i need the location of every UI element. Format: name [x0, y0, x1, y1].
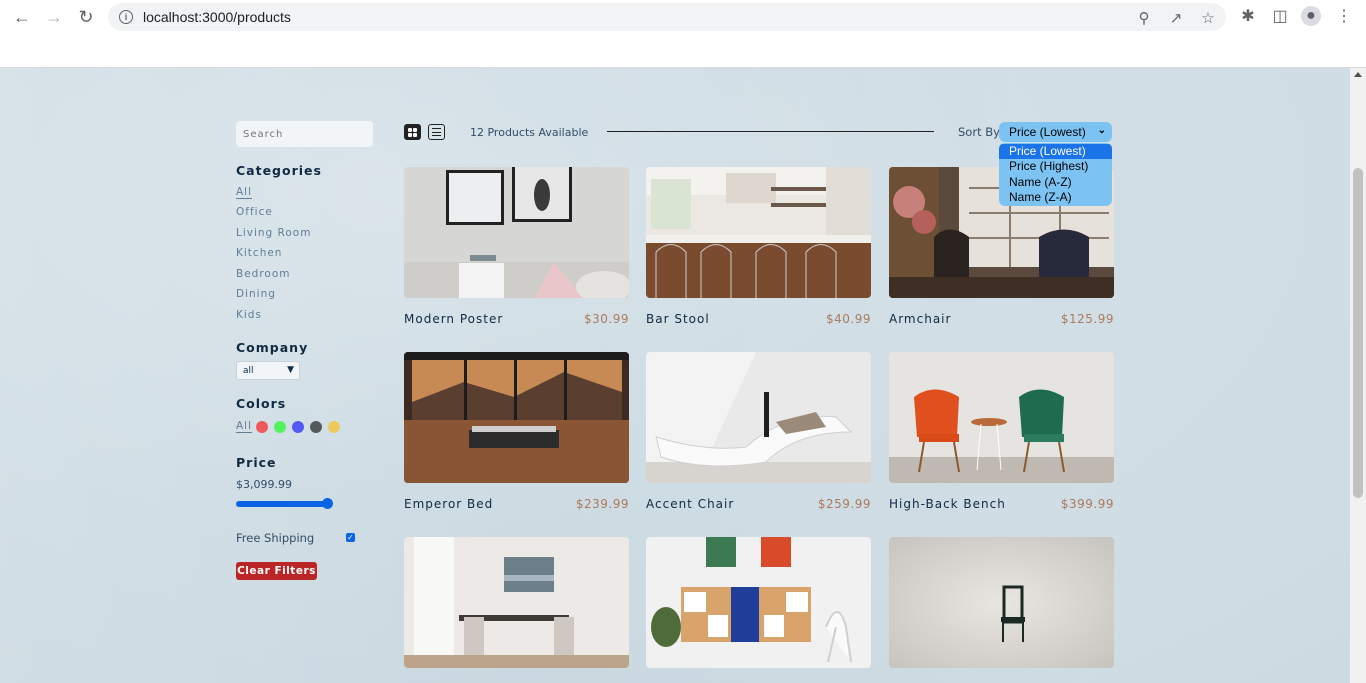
- category-kitchen[interactable]: Kitchen: [236, 247, 282, 259]
- product-card[interactable]: [646, 537, 871, 668]
- product-image[interactable]: [404, 167, 629, 298]
- url-text[interactable]: localhost:3000/products: [143, 9, 291, 25]
- product-name: Emperor Bed: [404, 497, 494, 511]
- site-info-icon[interactable]: i: [119, 10, 133, 24]
- sort-option-name-a-z[interactable]: Name (A-Z): [999, 175, 1112, 190]
- product-name: High-Back Bench: [889, 497, 1006, 511]
- product-image[interactable]: [404, 537, 629, 668]
- reload-icon[interactable]: ↻: [74, 5, 98, 29]
- chevron-down-icon: ⌄: [1097, 125, 1106, 136]
- product-image[interactable]: [404, 352, 629, 483]
- category-bedroom[interactable]: Bedroom: [236, 268, 291, 280]
- free-shipping-checkbox[interactable]: ✓: [346, 533, 355, 542]
- bookmark-star-icon[interactable]: ☆: [1199, 9, 1217, 27]
- sort-option-price-lowest[interactable]: Price (Lowest): [999, 144, 1112, 160]
- list-view-button[interactable]: [428, 124, 445, 140]
- sort-option-price-highest[interactable]: Price (Highest): [999, 159, 1112, 174]
- scrollbar-thumb[interactable]: [1353, 168, 1363, 498]
- sort-option-name-z-a[interactable]: Name (Z-A): [999, 190, 1112, 205]
- color-swatch-red[interactable]: [256, 421, 268, 433]
- search-input[interactable]: [236, 121, 373, 147]
- category-living-room[interactable]: Living Room: [236, 227, 311, 239]
- product-price: $259.99: [817, 497, 871, 511]
- color-all[interactable]: All: [236, 420, 253, 433]
- extensions-icon[interactable]: ✱: [1238, 6, 1258, 26]
- chevron-down-icon: ▼: [287, 365, 294, 375]
- price-slider-handle[interactable]: [322, 498, 333, 509]
- color-swatch-black[interactable]: [310, 421, 322, 433]
- company-heading: Company: [236, 340, 309, 355]
- browser-toolbar: ← → ↻ i localhost:3000/products ⚲ ↗ ☆ ✱ …: [0, 0, 1366, 68]
- category-all[interactable]: All: [236, 186, 253, 199]
- product-card[interactable]: Accent Chair $259.99: [646, 352, 871, 511]
- product-price: $40.99: [826, 312, 871, 326]
- product-image[interactable]: [889, 537, 1114, 668]
- category-office[interactable]: Office: [236, 206, 273, 218]
- product-card[interactable]: [404, 537, 629, 668]
- company-select-value: all: [243, 365, 254, 376]
- company-select[interactable]: all ▼: [236, 361, 300, 380]
- product-card[interactable]: High-Back Bench $399.99: [889, 352, 1114, 511]
- product-name: Accent Chair: [646, 497, 735, 511]
- free-shipping-label: Free Shipping: [236, 531, 315, 545]
- products-page: Categories All Office Living Room Kitche…: [0, 68, 1350, 683]
- price-heading: Price: [236, 455, 277, 470]
- categories-heading: Categories: [236, 163, 322, 178]
- color-swatch-blue[interactable]: [292, 421, 304, 433]
- sort-dropdown-list: Price (Lowest) Price (Highest) Name (A-Z…: [999, 143, 1112, 206]
- back-icon[interactable]: ←: [10, 5, 34, 29]
- side-panel-icon[interactable]: ◫: [1270, 6, 1290, 26]
- divider: [607, 131, 934, 132]
- category-dining[interactable]: Dining: [236, 288, 276, 300]
- product-price: $239.99: [575, 497, 629, 511]
- product-price: $399.99: [1060, 497, 1114, 511]
- product-image[interactable]: [646, 537, 871, 668]
- color-swatch-green[interactable]: [274, 421, 286, 433]
- menu-kebab-icon[interactable]: ⋮: [1334, 6, 1354, 26]
- product-card[interactable]: [889, 537, 1114, 668]
- forward-icon[interactable]: →: [42, 5, 66, 29]
- product-price: $30.99: [584, 312, 629, 326]
- zoom-icon[interactable]: ⚲: [1135, 9, 1153, 27]
- grid-icon: [408, 127, 417, 137]
- sort-select-value: Price (Lowest): [1009, 125, 1086, 139]
- address-bar[interactable]: i localhost:3000/products ⚲ ↗ ☆: [108, 3, 1226, 31]
- clear-filters-button[interactable]: Clear Filters: [236, 562, 317, 580]
- price-value: $3,099.99: [236, 478, 292, 491]
- product-image[interactable]: [646, 352, 871, 483]
- list-icon: [432, 128, 441, 136]
- product-name: Bar Stool: [646, 312, 710, 326]
- product-card[interactable]: Emperor Bed $239.99: [404, 352, 629, 511]
- category-kids[interactable]: Kids: [236, 309, 262, 321]
- scroll-up-arrow-icon[interactable]: [1354, 72, 1362, 77]
- sort-select[interactable]: Price (Lowest) ⌄: [999, 122, 1112, 142]
- grid-view-button[interactable]: [404, 124, 421, 140]
- share-icon[interactable]: ↗: [1167, 9, 1185, 27]
- sort-label: Sort By: [958, 125, 1000, 139]
- product-price: $125.99: [1060, 312, 1114, 326]
- color-swatch-yellow[interactable]: [328, 421, 340, 433]
- product-name: Modern Poster: [404, 312, 504, 326]
- price-slider-track[interactable]: [236, 501, 330, 507]
- product-image[interactable]: [889, 352, 1114, 483]
- page-scrollbar[interactable]: [1350, 68, 1366, 683]
- product-card[interactable]: Bar Stool $40.99: [646, 167, 871, 326]
- product-card[interactable]: Modern Poster $30.99: [404, 167, 629, 326]
- product-image[interactable]: [646, 167, 871, 298]
- products-count: 12 Products Available: [470, 126, 589, 139]
- profile-avatar-icon[interactable]: ●: [1301, 6, 1321, 26]
- colors-heading: Colors: [236, 396, 287, 411]
- product-name: Armchair: [889, 312, 952, 326]
